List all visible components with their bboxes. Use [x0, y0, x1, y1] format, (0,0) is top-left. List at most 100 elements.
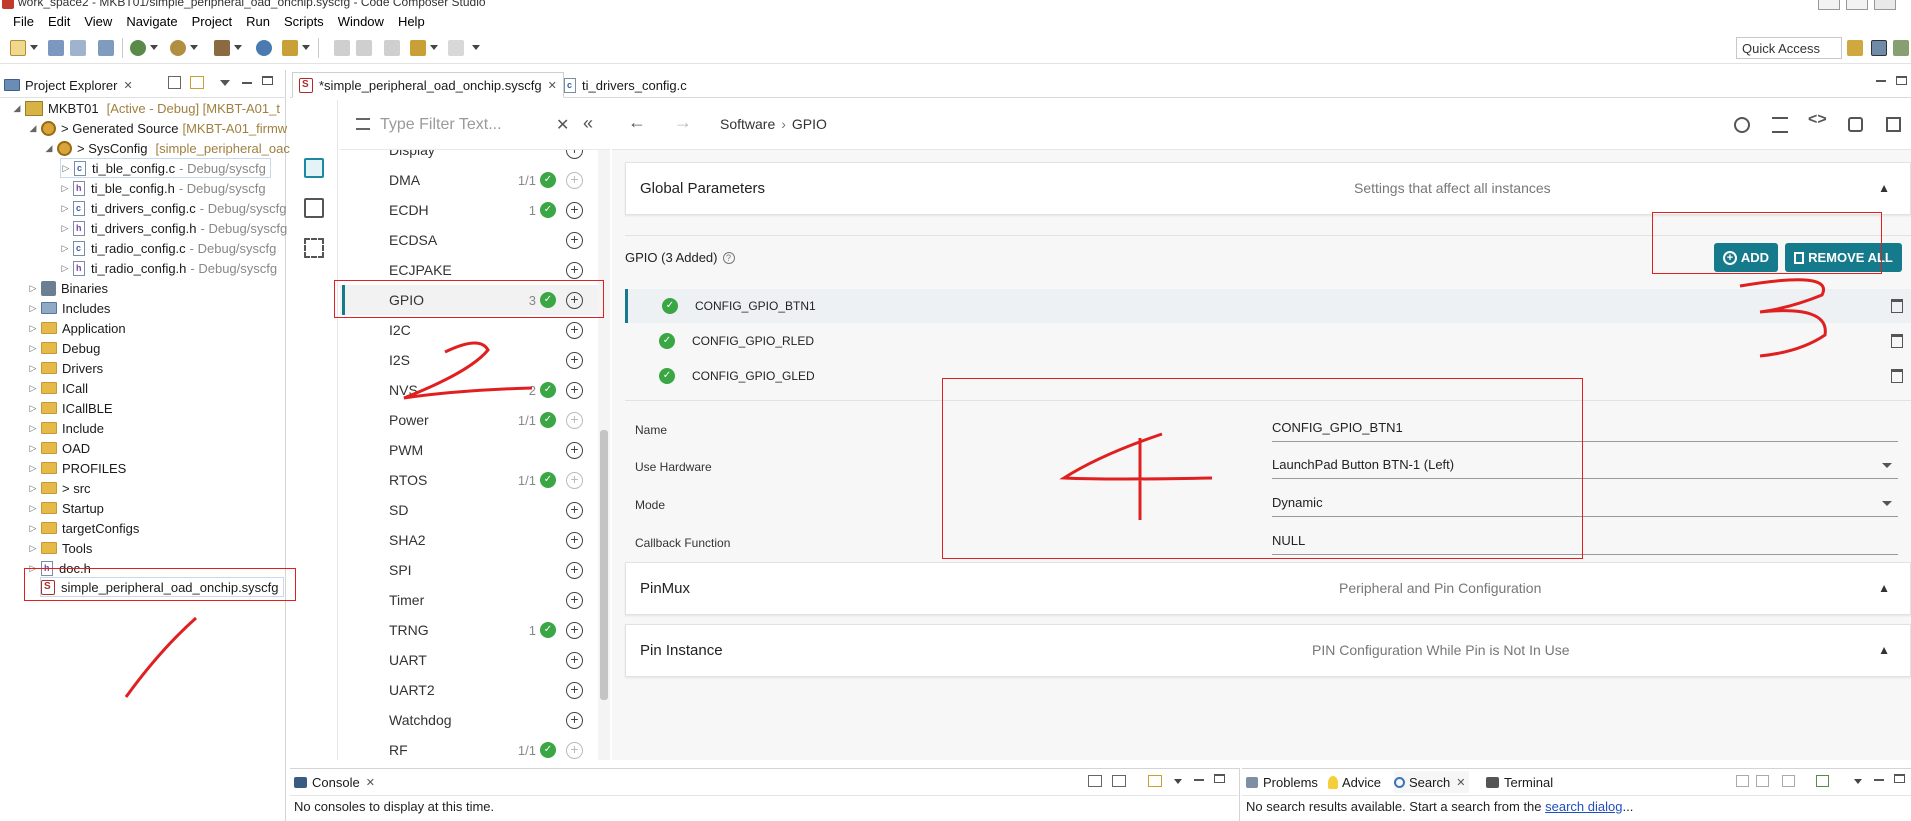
collapsed-arrow-icon[interactable]: ▷ — [28, 423, 38, 433]
tree-folder-icall[interactable]: ▷ ICall — [28, 378, 88, 398]
display-console-icon[interactable] — [1112, 775, 1126, 787]
pinmux-card[interactable]: PinMux Peripheral and Pin Configuration … — [625, 562, 1911, 615]
menu-window[interactable]: Window — [331, 14, 391, 29]
close-icon[interactable]: ✕ — [1456, 776, 1465, 789]
module-item-ecdh[interactable]: ECDH 1 ✓ + — [340, 195, 598, 225]
add-module-icon[interactable]: + — [566, 261, 583, 279]
next-annotation-icon[interactable] — [356, 40, 372, 56]
menu-project[interactable]: Project — [185, 14, 239, 29]
tab-project-explorer[interactable]: Project Explorer ✕ — [4, 74, 133, 96]
tree-folder-startup[interactable]: ▷ Startup — [28, 498, 104, 518]
module-item-i2s[interactable]: I2S + — [340, 345, 598, 375]
maximize-editor-icon[interactable] — [1896, 76, 1907, 85]
tree-project-mkbt01[interactable]: ◢ MKBT01 [Active - Debug] [MKBT-A01_t — [12, 98, 280, 118]
delete-icon[interactable] — [1891, 369, 1903, 383]
flash-dropdown-icon[interactable] — [190, 45, 198, 50]
tree-generated-source[interactable]: ◢ > Generated Source [MKBT-A01_firmw — [28, 118, 287, 138]
tree-file[interactable]: ▷ ti_ble_config.c - Debug/syscfg — [60, 158, 271, 178]
tab-console[interactable]: Console ✕ — [294, 771, 375, 793]
link-with-editor-icon[interactable] — [190, 76, 204, 89]
save-all-icon[interactable] — [70, 40, 86, 56]
ccs-edit-perspective-icon[interactable] — [1871, 40, 1887, 56]
tree-file[interactable]: ▷ ti_radio_config.h - Debug/syscfg — [60, 258, 277, 278]
tab-syscfg-editor[interactable]: *simple_peripheral_oad_onchip.syscfg ✕ — [292, 72, 564, 98]
chevron-up-icon[interactable]: ▲ — [1878, 181, 1890, 195]
collapsed-arrow-icon[interactable]: ▷ — [28, 343, 38, 353]
tree-folder-targetconfigs[interactable]: ▷ targetConfigs — [28, 518, 140, 538]
add-module-icon[interactable]: + — [566, 531, 583, 549]
last-edit-icon[interactable] — [384, 40, 400, 56]
module-item-nvs[interactable]: NVS 2 ✓ + — [340, 375, 598, 405]
open-perspective-icon[interactable] — [1847, 40, 1863, 56]
add-module-icon[interactable]: + — [566, 381, 583, 399]
build-hammer-icon[interactable] — [214, 40, 230, 56]
tree-folder-debug[interactable]: ▷ Debug — [28, 338, 101, 358]
close-icon[interactable]: ✕ — [366, 776, 375, 789]
add-module-icon[interactable]: + — [566, 681, 583, 699]
tree-folder-binaries[interactable]: ▷ Binaries — [28, 278, 108, 298]
collapsed-arrow-icon[interactable]: ▷ — [60, 243, 70, 253]
search-history-icon[interactable] — [1816, 775, 1829, 787]
expanded-arrow-icon[interactable]: ◢ — [44, 143, 54, 153]
board-view-icon[interactable] — [1886, 117, 1901, 132]
open-console-icon[interactable] — [1148, 775, 1162, 787]
minimize-view-icon[interactable] — [242, 82, 252, 84]
run-tool-icon[interactable] — [282, 40, 298, 56]
back-dropdown-icon[interactable] — [430, 45, 438, 50]
view-menu-icon[interactable] — [1854, 779, 1862, 784]
menu-scripts[interactable]: Scripts — [277, 14, 331, 29]
collapsed-arrow-icon[interactable]: ▷ — [28, 503, 38, 513]
menu-file[interactable]: File — [6, 14, 41, 29]
module-item-uart2[interactable]: UART2 + — [340, 675, 598, 705]
module-item-ecdsa[interactable]: ECDSA + — [340, 225, 598, 255]
tab-terminal[interactable]: Terminal — [1486, 771, 1553, 793]
collapsed-arrow-icon[interactable]: ▷ — [28, 443, 38, 453]
add-module-icon[interactable]: + — [566, 351, 583, 369]
view-menu-icon[interactable] — [220, 80, 230, 86]
menu-navigate[interactable]: Navigate — [119, 14, 184, 29]
collapsed-arrow-icon[interactable]: ▷ — [28, 543, 38, 553]
add-module-icon[interactable]: + — [566, 591, 583, 609]
help-icon[interactable]: ? — [722, 251, 735, 264]
collapsed-arrow-icon[interactable]: ▷ — [28, 523, 38, 533]
tree-folder-src[interactable]: ▷ > src — [28, 478, 91, 498]
add-module-icon[interactable]: + — [566, 741, 583, 759]
maximize-window-button[interactable] — [1846, 0, 1868, 10]
code-view-icon[interactable]: <> — [1808, 111, 1827, 129]
global-parameters-card[interactable]: Global Parameters Settings that affect a… — [625, 162, 1911, 215]
tree-folder-icallble[interactable]: ▷ ICallBLE — [28, 398, 113, 418]
collapsed-arrow-icon[interactable]: ▷ — [28, 383, 38, 393]
tree-file[interactable]: ▷ ti_ble_config.h - Debug/syscfg — [60, 178, 266, 198]
collapsed-arrow-icon[interactable]: ▷ — [28, 403, 38, 413]
expanded-arrow-icon[interactable]: ◢ — [28, 123, 38, 133]
expanded-arrow-icon[interactable]: ◢ — [12, 103, 22, 113]
tree-file[interactable]: ▷ ti_drivers_config.h - Debug/syscfg — [60, 218, 287, 238]
tree-folder-oad[interactable]: ▷ OAD — [28, 438, 91, 458]
build-dropdown-icon[interactable] — [234, 45, 242, 50]
module-item-rtos[interactable]: RTOS 1/1 ✓ + — [340, 465, 598, 495]
chevron-up-icon[interactable]: ▲ — [1878, 581, 1890, 595]
module-item-pwm[interactable]: PWM + — [340, 435, 598, 465]
forward-arrow-icon[interactable]: → — [674, 112, 692, 133]
ccs-debug-perspective-icon[interactable] — [1893, 40, 1909, 56]
add-module-icon[interactable]: + — [566, 711, 583, 729]
delete-icon[interactable] — [1891, 334, 1903, 348]
collapsed-arrow-icon[interactable]: ▷ — [60, 203, 70, 213]
new-dropdown-icon[interactable] — [30, 45, 38, 50]
tree-file[interactable]: ▷ ti_radio_config.c - Debug/syscfg — [60, 238, 276, 258]
software-view-icon[interactable] — [304, 158, 324, 178]
save-icon[interactable] — [48, 40, 64, 56]
module-item-uart[interactable]: UART + — [340, 645, 598, 675]
collapse-panel-icon[interactable]: « — [583, 113, 593, 134]
run-tool-dropdown-icon[interactable] — [302, 45, 310, 50]
add-module-icon[interactable]: + — [566, 201, 583, 219]
minimize-window-button[interactable] — [1818, 0, 1840, 10]
show-previous-match-icon[interactable] — [1756, 775, 1769, 787]
filter-input[interactable]: Type Filter Text... — [380, 116, 502, 134]
minimize-view-icon[interactable] — [1194, 779, 1204, 781]
tree-folder-profiles[interactable]: ▷ PROFILES — [28, 458, 127, 478]
tab-problems[interactable]: Problems — [1246, 771, 1318, 793]
device-view-icon[interactable] — [304, 238, 324, 258]
maximize-view-icon[interactable] — [1894, 774, 1905, 783]
history-icon[interactable] — [1734, 117, 1750, 133]
